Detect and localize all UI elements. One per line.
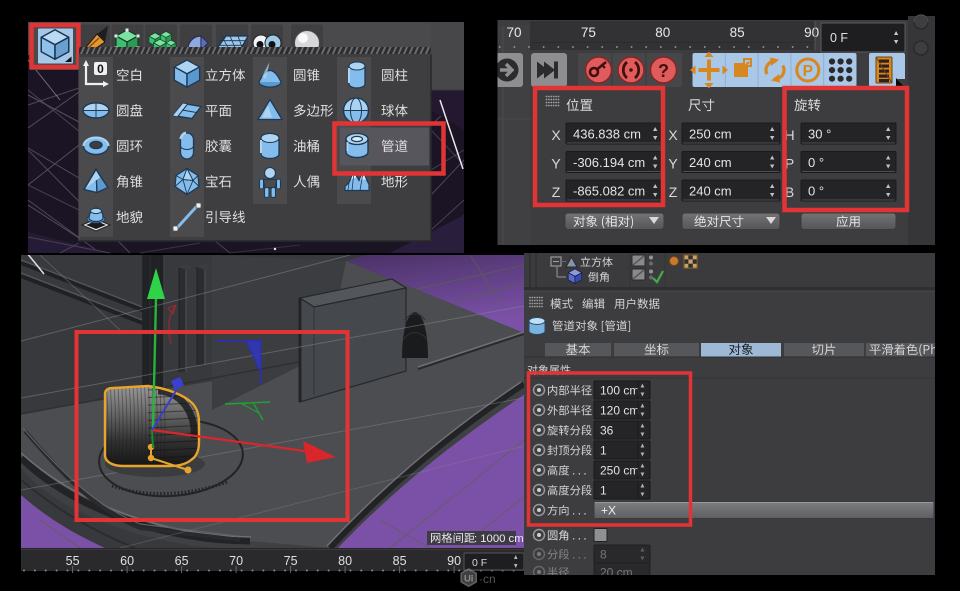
- svg-text:Ui: Ui: [464, 574, 474, 585]
- svg-text:75: 75: [581, 25, 596, 40]
- svg-text:65: 65: [175, 554, 189, 568]
- svg-text:: 1000 cm: : 1000 cm: [474, 533, 524, 545]
- svg-text:Z: Z: [552, 184, 561, 200]
- svg-text:P: P: [803, 63, 813, 80]
- svg-text:1: 1: [600, 444, 607, 458]
- svg-text:85: 85: [393, 554, 407, 568]
- svg-text:80: 80: [655, 25, 670, 40]
- svg-text:80: 80: [338, 554, 352, 568]
- svg-text:85: 85: [730, 25, 745, 40]
- svg-text:250 cm: 250 cm: [600, 464, 639, 478]
- svg-text:120 cm: 120 cm: [600, 404, 639, 418]
- svg-text:Y: Y: [551, 156, 561, 172]
- svg-text:70: 70: [506, 25, 521, 40]
- svg-text:-306.194 cm: -306.194 cm: [573, 155, 645, 170]
- svg-text:36: 36: [600, 424, 614, 438]
- svg-text:+X: +X: [601, 504, 616, 518]
- svg-text:55: 55: [66, 554, 80, 568]
- svg-text:100 cm: 100 cm: [600, 384, 639, 398]
- svg-text:·cn: ·cn: [479, 572, 496, 586]
- svg-text:Y: Y: [668, 156, 678, 172]
- svg-text:0 °: 0 °: [808, 155, 824, 170]
- svg-text:240 cm: 240 cm: [689, 155, 732, 170]
- svg-text:90: 90: [804, 25, 819, 40]
- svg-text:0 °: 0 °: [808, 184, 824, 199]
- svg-text:70: 70: [229, 554, 243, 568]
- svg-text:436.838 cm: 436.838 cm: [573, 127, 641, 142]
- svg-text:90: 90: [447, 554, 461, 568]
- svg-text:8: 8: [600, 548, 607, 562]
- svg-text:0 F: 0 F: [830, 31, 848, 45]
- svg-text:75: 75: [284, 554, 298, 568]
- svg-text:1: 1: [600, 484, 607, 498]
- svg-text:?: ?: [658, 61, 669, 81]
- svg-text:30 °: 30 °: [808, 127, 831, 142]
- svg-text:-865.082 cm: -865.082 cm: [573, 184, 645, 199]
- svg-text:60: 60: [120, 554, 134, 568]
- svg-text:X: X: [668, 127, 678, 143]
- svg-text:250 cm: 250 cm: [689, 127, 732, 142]
- svg-text:0 F: 0 F: [472, 557, 487, 569]
- svg-text:240 cm: 240 cm: [689, 184, 732, 199]
- svg-text:X: X: [551, 127, 561, 143]
- svg-text:Z: Z: [669, 184, 678, 200]
- svg-text:0: 0: [97, 62, 104, 76]
